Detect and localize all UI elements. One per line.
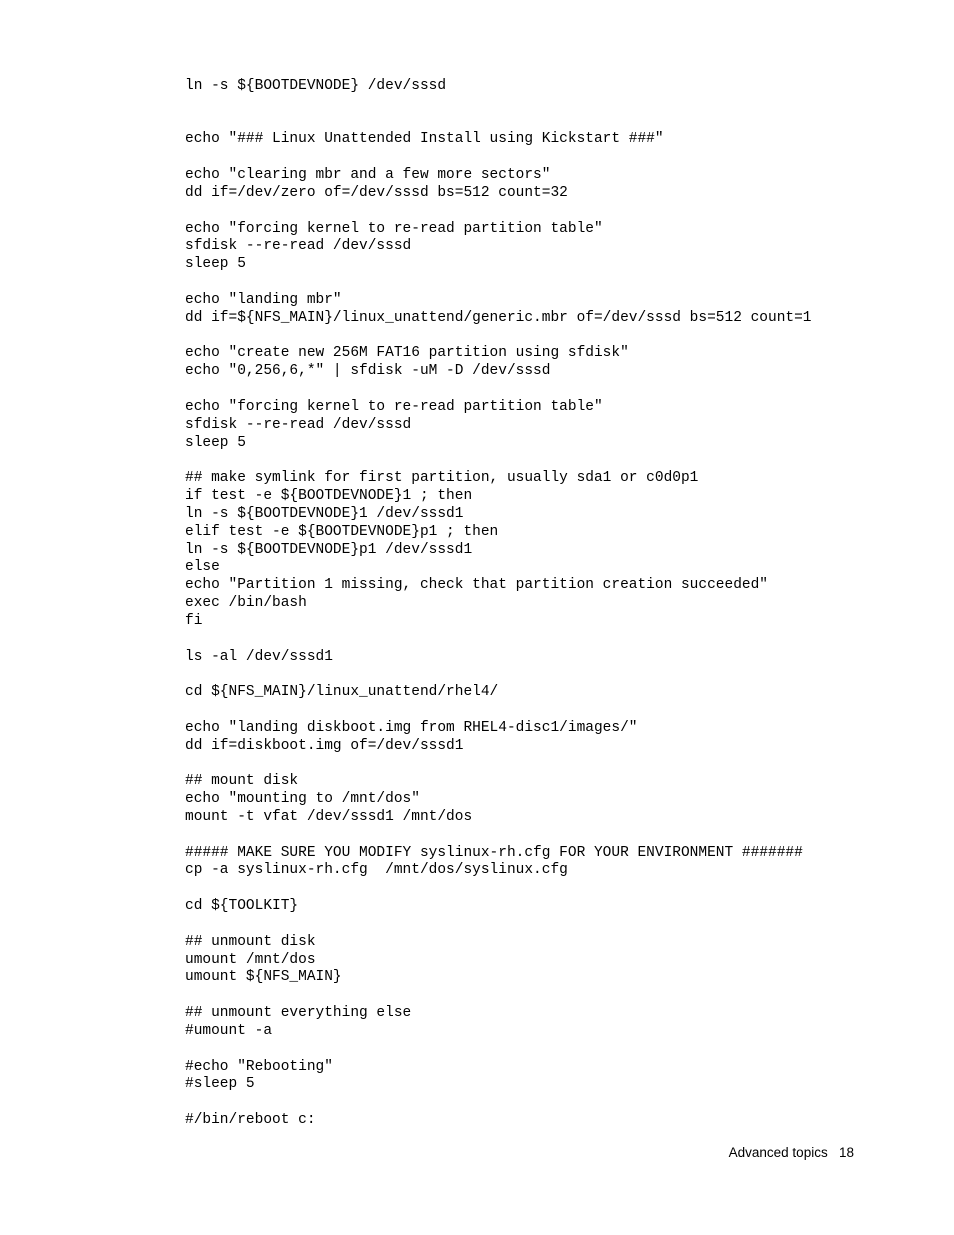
page-footer: Advanced topics 18 bbox=[729, 1145, 854, 1160]
document-page: ln -s ${BOOTDEVNODE} /dev/sssd echo "###… bbox=[0, 0, 954, 1130]
footer-page-number: 18 bbox=[839, 1145, 854, 1160]
code-content: ln -s ${BOOTDEVNODE} /dev/sssd echo "###… bbox=[185, 78, 854, 1130]
footer-section: Advanced topics bbox=[729, 1145, 828, 1160]
